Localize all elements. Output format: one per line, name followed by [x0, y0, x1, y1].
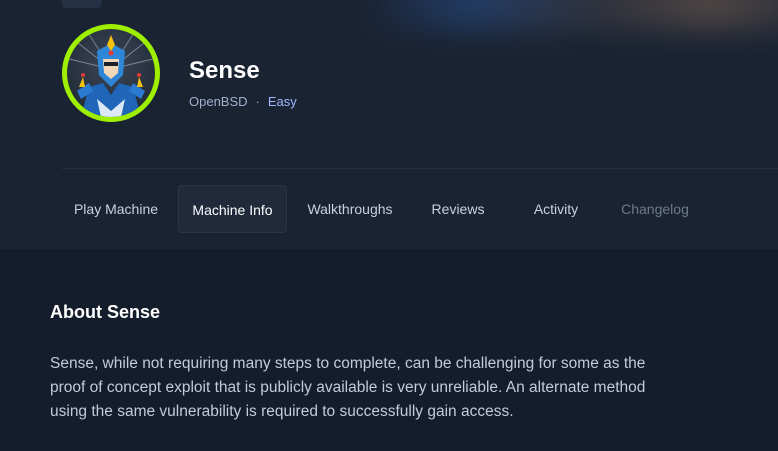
- banner-background: [360, 0, 778, 30]
- back-chip[interactable]: [62, 0, 102, 8]
- avatar-image: [67, 29, 155, 117]
- tab-changelog[interactable]: Changelog: [610, 185, 700, 233]
- machine-os: OpenBSD: [189, 94, 248, 109]
- header-divider: [62, 168, 778, 169]
- machine-meta: OpenBSD · Easy: [189, 94, 297, 109]
- tab-reviews[interactable]: Reviews: [418, 185, 498, 233]
- about-description: Sense, while not requiring many steps to…: [50, 355, 646, 420]
- tab-walkthroughs[interactable]: Walkthroughs: [297, 185, 403, 233]
- machine-avatar: [62, 24, 160, 122]
- tab-play-machine[interactable]: Play Machine: [62, 185, 170, 233]
- machine-header: Sense OpenBSD · Easy Play Machine Machin…: [0, 0, 778, 249]
- about-title: About Sense: [50, 302, 161, 322]
- tab-machine-info[interactable]: Machine Info: [178, 185, 287, 233]
- machine-difficulty: Easy: [267, 94, 297, 109]
- meta-separator: ·: [255, 94, 260, 109]
- armored-hero-icon: [68, 30, 154, 117]
- machine-name: Sense: [189, 57, 260, 84]
- tab-activity[interactable]: Activity: [518, 185, 594, 233]
